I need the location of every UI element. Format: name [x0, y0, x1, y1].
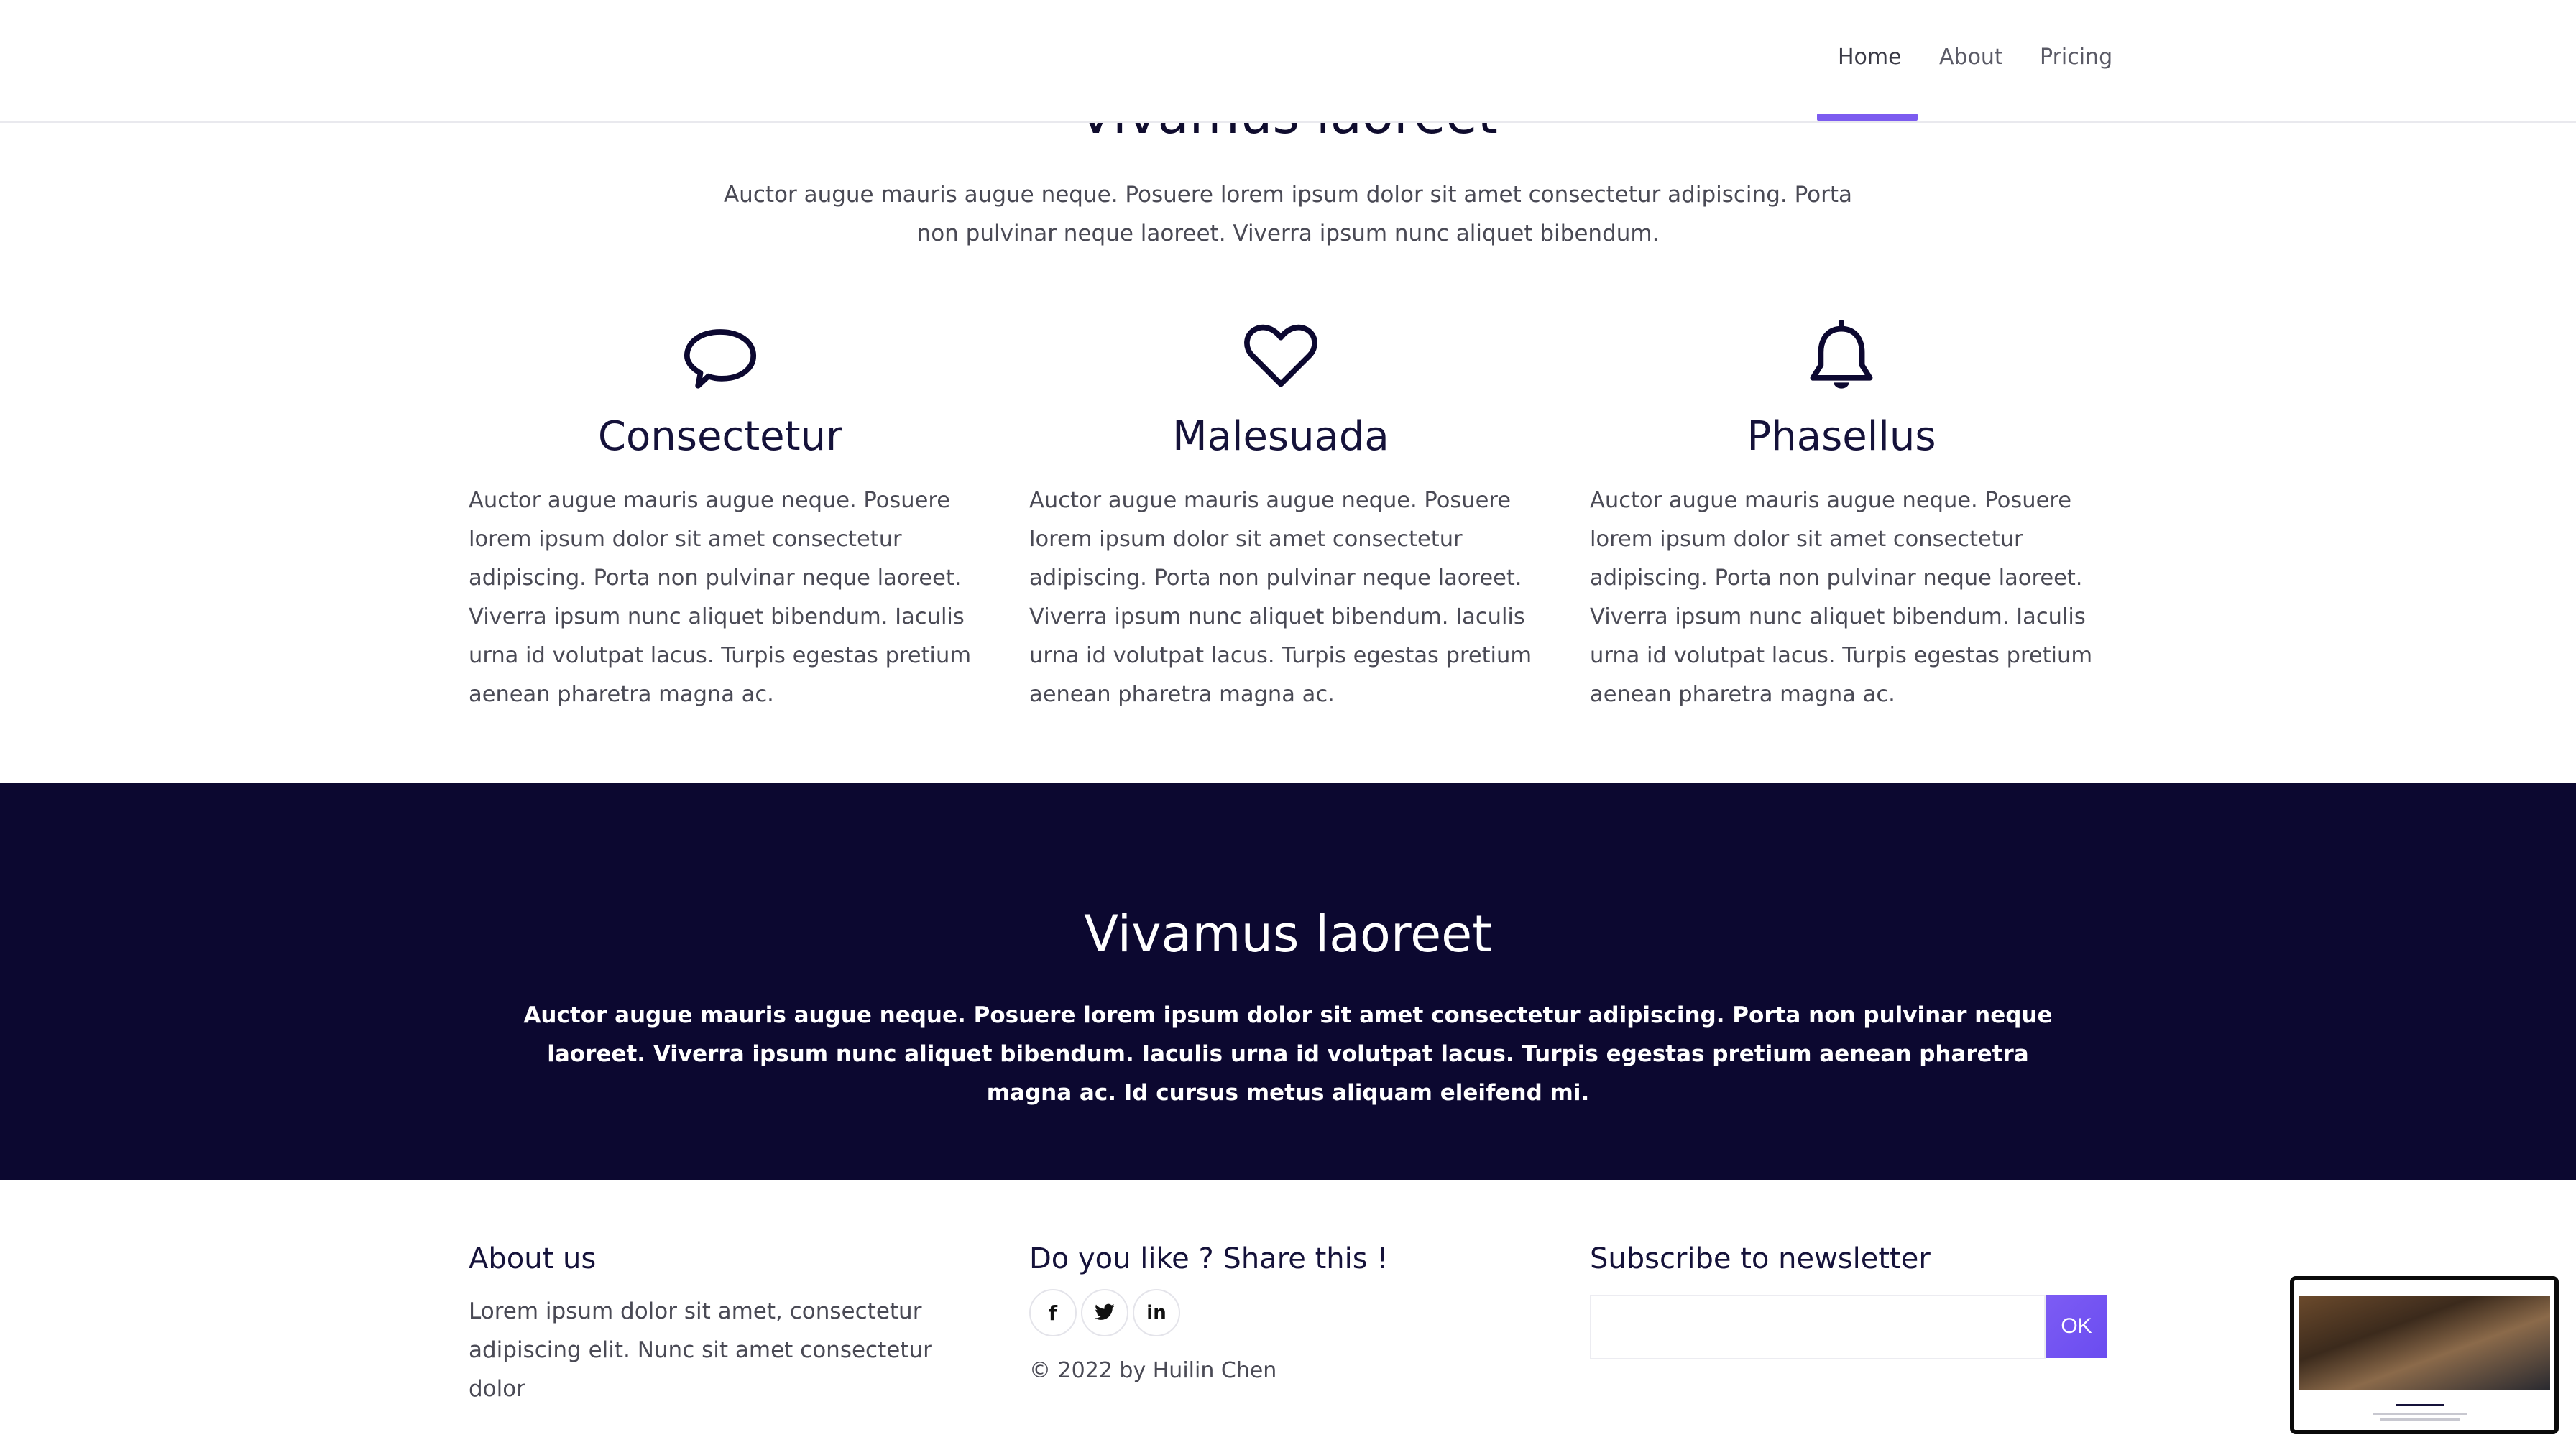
nav-item-home[interactable]: Home: [1838, 45, 1902, 70]
feature-title: Consectetur: [597, 413, 843, 460]
preview-content: [2294, 1393, 2554, 1430]
feature-title: Malesuada: [1172, 413, 1389, 460]
preview-nav: [2294, 1280, 2554, 1296]
feature-title: Phasellus: [1747, 413, 1936, 460]
newsletter-heading: Subscribe to newsletter: [1590, 1242, 1931, 1275]
feature-text: Auctor augue mauris augue neque. Posuere…: [1029, 488, 1532, 707]
footer-about-text: Lorem ipsum dolor sit amet, consectetur …: [469, 1298, 932, 1402]
nav-item-about[interactable]: About: [1939, 45, 2003, 70]
bell-icon: [1810, 319, 1873, 389]
footer-share: Do you like ? Share this ! f in © 2022 b…: [1029, 1236, 1547, 1383]
page-preview-thumbnail[interactable]: [2290, 1276, 2559, 1434]
intro-text: Auctor augue mauris augue neque. Posuere…: [723, 182, 1853, 246]
active-tab-indicator: [1817, 114, 1918, 121]
cta-band: [0, 783, 2576, 1180]
footer-newsletter: Subscribe to newsletter: [1590, 1236, 2107, 1282]
footer-about: About us Lorem ipsum dolor sit amet, con…: [469, 1236, 986, 1408]
band-text: Auctor augue mauris augue neque. Posuere…: [523, 1002, 2053, 1106]
feature-text: Auctor augue mauris augue neque. Posuere…: [469, 488, 972, 707]
social-links: f in: [1029, 1289, 1547, 1336]
newsletter-email-input[interactable]: [1590, 1295, 2046, 1359]
footer-about-heading: About us: [469, 1242, 597, 1275]
heart-icon: [1244, 324, 1317, 387]
nav-item-pricing[interactable]: Pricing: [2040, 45, 2112, 70]
twitter-icon[interactable]: [1081, 1289, 1128, 1336]
newsletter-submit-button[interactable]: OK: [2046, 1295, 2107, 1358]
chat-bubble-icon: [684, 329, 757, 389]
page: Vivamus laoreet Home About Pricing Aucto…: [0, 0, 2576, 1450]
preview-hero-image: [2299, 1296, 2550, 1390]
copyright-text: © 2022 by Huilin Chen: [1029, 1358, 1277, 1383]
linkedin-icon[interactable]: in: [1133, 1289, 1180, 1336]
feature-text: Auctor augue mauris augue neque. Posuere…: [1590, 488, 2093, 707]
top-nav: Home About Pricing: [0, 0, 2576, 123]
footer-share-heading: Do you like ? Share this !: [1029, 1242, 1389, 1275]
band-title: Vivamus laoreet: [1084, 905, 1492, 964]
facebook-icon[interactable]: f: [1029, 1289, 1077, 1336]
